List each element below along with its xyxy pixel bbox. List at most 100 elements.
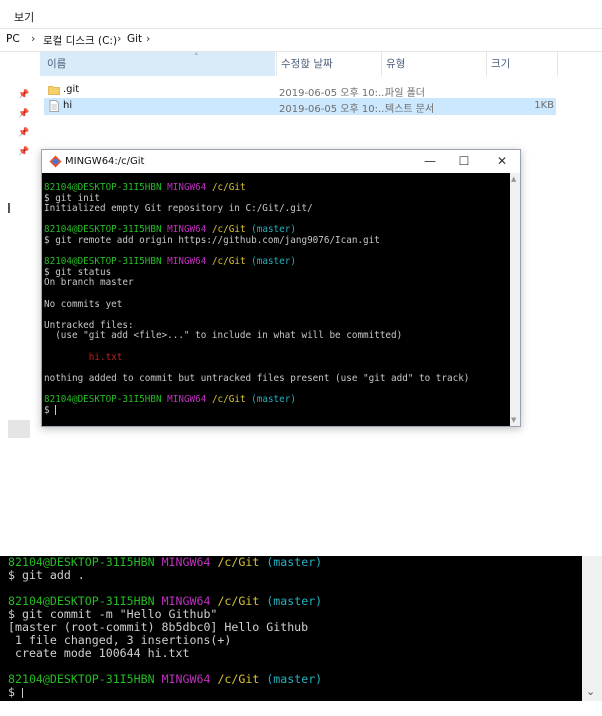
column-header-size[interactable]: 크기 <box>486 52 558 76</box>
terminal-text: (use "git add <file>..." to include in w… <box>44 330 403 342</box>
mingw-scrollbar[interactable]: ▲ ▼ <box>510 173 520 426</box>
terminal-line: Untracked files: <box>44 320 134 331</box>
terminal-line: On branch master <box>44 277 134 288</box>
chevron-right-icon: › <box>117 32 122 45</box>
terminal-text: $ <box>44 404 56 416</box>
text-cursor <box>55 405 57 416</box>
maximize-button[interactable]: ☐ <box>450 152 478 170</box>
terminal-line: $ <box>44 404 57 416</box>
breadcrumb-local-disk[interactable]: 로컬 디스크 (C:) <box>43 33 117 48</box>
file-type: 텍스트 문서 <box>385 104 435 115</box>
file-size: 1KB <box>534 100 554 111</box>
chevron-right-icon: › <box>31 32 36 45</box>
terminal-text: (master) <box>266 594 323 608</box>
window-title: MINGW64:/c/Git <box>65 156 145 167</box>
terminal-line: No commits yet <box>44 299 122 310</box>
terminal-line: 82104@DESKTOP-31I5HBN MINGW64 /c/Git (ma… <box>8 673 322 686</box>
sort-ascending-icon: ˄ <box>194 53 199 63</box>
bottom-terminal-scrollbar[interactable]: ⌄ <box>582 556 602 701</box>
terminal-text: 82104@DESKTOP-31I5HBN <box>44 394 162 405</box>
column-header-row: 이름 ˄ ⌄ 수정한 날짜 유형 크기 <box>0 52 602 76</box>
chevron-down-icon[interactable]: ⌄ <box>586 685 595 698</box>
terminal-text: 82104@DESKTOP-31I5HBN <box>44 224 162 236</box>
terminal-text: $ git status <box>44 266 112 278</box>
terminal-text: $ git commit -m "Hello Github" <box>8 607 218 621</box>
terminal-text: 82104@DESKTOP-31I5HBN <box>8 594 155 608</box>
terminal-line: Initialized empty Git repository in C:/G… <box>44 203 313 214</box>
terminal-text: MINGW64 <box>167 256 207 268</box>
file-row-hi[interactable]: hi 2019-06-05 오후 10:... 텍스트 문서 1KB <box>44 98 556 115</box>
file-date: 2019-06-05 오후 10:... <box>279 88 388 99</box>
terminal-text: create mode 100644 hi.txt <box>8 646 190 660</box>
address-bar[interactable]: ᅵ PC › 로컬 디스크 (C:) › Git › <box>0 28 602 52</box>
terminal-text: hi.txt <box>88 351 123 363</box>
column-header-date[interactable]: 수정한 날짜 <box>276 52 380 76</box>
terminal-text: (master) <box>266 555 323 569</box>
mingw-terminal[interactable]: 82104@DESKTOP-31I5HBN MINGW64 /c/Git $ gi… <box>42 173 510 426</box>
terminal-text: (master) <box>266 672 323 686</box>
breadcrumb-git[interactable]: Git <box>127 33 142 45</box>
terminal-line: $ git init <box>44 193 100 204</box>
terminal-line: 82104@DESKTOP-31I5HBN MINGW64 /c/Git (ma… <box>44 256 296 267</box>
terminal-text: 82104@DESKTOP-31I5HBN <box>8 672 155 686</box>
view-menu[interactable]: 보기 <box>14 9 34 25</box>
file-date: 2019-06-05 오후 10:... <box>279 104 388 115</box>
terminal-text: $ git add . <box>8 568 85 582</box>
terminal-line: create mode 100644 hi.txt <box>8 646 190 660</box>
terminal-text: /c/Git <box>217 672 260 686</box>
terminal-text: (master) <box>251 256 296 268</box>
text-file-icon <box>49 100 59 112</box>
terminal-text: $ git remote add origin https://github.c… <box>44 235 380 246</box>
chevron-right-icon: › <box>146 32 151 45</box>
column-header-type[interactable]: 유형 <box>381 52 485 76</box>
terminal-line: 82104@DESKTOP-31I5HBN MINGW64 /c/Git (ma… <box>44 394 296 405</box>
terminal-text: (master) <box>251 394 296 405</box>
folder-icon <box>48 86 60 95</box>
terminal-text: MINGW64 <box>161 594 211 608</box>
scroll-down-icon[interactable]: ▼ <box>511 416 516 424</box>
pin-icon[interactable]: 📌 <box>18 90 29 100</box>
terminal-text: MINGW64 <box>167 394 207 405</box>
terminal-line: $ git add . <box>8 569 85 582</box>
terminal-line: hi.txt <box>44 351 123 363</box>
terminal-text: /c/Git <box>211 256 246 268</box>
nav-pane-selection[interactable] <box>8 420 30 438</box>
terminal-line: $ git status <box>44 267 111 278</box>
text-cursor <box>21 687 23 698</box>
nav-pane-marker <box>8 203 10 213</box>
pin-icon[interactable]: 📌 <box>18 109 29 119</box>
terminal-text: $ <box>8 685 22 699</box>
terminal-text: No commits yet <box>44 298 123 310</box>
terminal-text: [master (root-commit) 8b5dbc0] Hello Git… <box>8 620 309 634</box>
terminal-text: (master) <box>251 224 296 236</box>
file-name: hi <box>63 100 73 111</box>
terminal-text: Initialized empty Git repository in C:/G… <box>44 203 313 215</box>
bottom-terminal[interactable]: 82104@DESKTOP-31I5HBN MINGW64 /c/Git (ma… <box>0 556 582 701</box>
file-row-git[interactable]: .git 2019-06-05 오후 10:... 파일 폴더 <box>44 82 556 99</box>
breadcrumb-pc[interactable]: PC <box>6 33 20 45</box>
close-button[interactable]: ✕ <box>488 152 516 170</box>
minimize-button[interactable]: — <box>416 152 444 170</box>
terminal-line: 82104@DESKTOP-31I5HBN MINGW64 /c/Git <box>44 182 246 193</box>
terminal-text: MINGW64 <box>161 555 211 569</box>
column-header-name[interactable]: 이름 ˄ ⌄ <box>40 52 310 76</box>
column-header-name-label: 이름 <box>47 58 67 70</box>
terminal-text: MINGW64 <box>167 182 207 193</box>
file-name: .git <box>63 84 80 95</box>
file-type: 파일 폴더 <box>385 88 425 99</box>
terminal-text: $ git init <box>44 192 100 204</box>
terminal-line: 82104@DESKTOP-31I5HBN MINGW64 /c/Git (ma… <box>44 224 296 235</box>
mingw-title-bar[interactable]: MINGW64:/c/Git — ☐ ✕ <box>42 150 520 173</box>
terminal-text: 82104@DESKTOP-31I5HBN <box>44 182 162 193</box>
pin-icon[interactable]: 📌 <box>18 147 29 157</box>
mingw-window[interactable]: MINGW64:/c/Git — ☐ ✕ 82104@DESKTOP-31I5H… <box>41 149 521 427</box>
terminal-text: MINGW64 <box>167 224 207 236</box>
terminal-text: /c/Git <box>217 594 260 608</box>
terminal-line: nothing added to commit but untracked fi… <box>44 373 469 384</box>
scroll-up-icon[interactable]: ▲ <box>511 175 516 183</box>
terminal-text: /c/Git <box>217 555 260 569</box>
pin-icon[interactable]: 📌 <box>18 128 29 138</box>
